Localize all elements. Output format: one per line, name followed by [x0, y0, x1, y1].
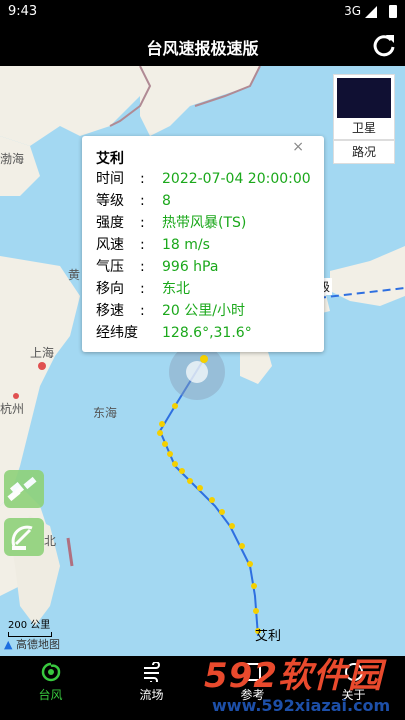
page-title: 台风速报极速版: [146, 39, 259, 58]
info-colon: :: [140, 237, 145, 253]
info-label: 等级: [96, 193, 124, 209]
satellite-thumbnail: [337, 78, 391, 118]
info-colon: :: [140, 281, 145, 297]
status-bar: 9:43 3G: [0, 0, 405, 24]
info-value: 东北: [162, 281, 190, 297]
info-colon: :: [140, 171, 145, 187]
info-value: 18 m/s: [162, 237, 210, 253]
info-row: 气压: 996 hPa: [96, 256, 218, 278]
clock: 9:43: [8, 4, 38, 19]
map-provider-logo: ▲ 高德地图: [4, 638, 60, 651]
info-value: 2022-07-04 20:00:00: [162, 171, 311, 187]
tab-label: 流场: [139, 688, 164, 702]
satellite-icon: [7, 476, 37, 502]
tab-flowfield[interactable]: 流场: [101, 656, 202, 720]
info-row: 时间: 2022-07-04 20:00:00: [96, 168, 311, 190]
map-label-shanghai: 上海: [30, 346, 55, 360]
info-label: 强度: [96, 215, 124, 231]
info-row: 经纬度 128.6°,31.6°: [96, 322, 252, 344]
radar-icon: [11, 525, 33, 550]
map-label-donghai: 东海: [93, 406, 118, 420]
map-scale: 200 公里: [8, 616, 52, 637]
info-row: 等级: 8: [96, 190, 171, 212]
info-colon: :: [140, 215, 145, 231]
info-label: 气压: [96, 259, 124, 275]
watermark-brand: 592软件园: [204, 656, 383, 696]
map-label-huang: 黄: [68, 268, 81, 282]
network-type: 3G: [344, 4, 361, 18]
info-row: 移向: 东北: [96, 278, 190, 300]
typhoon-track-label: 艾利: [255, 629, 282, 644]
scale-text: 200 公里: [8, 620, 51, 631]
close-icon[interactable]: ×: [292, 139, 304, 155]
typhoon-icon: [41, 662, 61, 682]
typhoon-info-popup: × 艾利 时间: 2022-07-04 20:00:00 等级: 8 强度: 热带风暴…: [82, 136, 324, 352]
info-value: 128.6°,31.6°: [162, 325, 252, 341]
radar-button[interactable]: [4, 518, 44, 556]
info-colon: :: [140, 303, 145, 319]
map-label-bohai: 渤海: [0, 152, 25, 166]
info-label: 风速: [96, 237, 124, 253]
map-label-taibei: 北: [44, 534, 57, 548]
info-value: 8: [162, 193, 171, 209]
info-row: 移速: 20 公里/小时: [96, 300, 245, 322]
traffic-layer-button[interactable]: 路况: [333, 140, 395, 164]
satellite-layer-button[interactable]: 卫星: [333, 74, 395, 140]
tab-label: 台风: [38, 688, 63, 702]
signal-icon: [365, 6, 377, 18]
info-row: 强度: 热带风暴(TS): [96, 212, 246, 234]
map-label-hangzhou: 杭州: [0, 402, 25, 416]
satellite-cloud-button[interactable]: [4, 470, 44, 508]
info-value: 热带风暴(TS): [162, 215, 247, 231]
info-label: 移速: [96, 303, 124, 319]
watermark: 592软件园 www.592xiazai.com: [200, 648, 405, 720]
wind-icon: [144, 662, 160, 682]
refresh-icon[interactable]: [371, 32, 397, 58]
tab-typhoon[interactable]: 台风: [0, 656, 101, 720]
watermark-url: www.592xiazai.com: [212, 696, 391, 715]
typhoon-name: 艾利: [96, 151, 124, 167]
info-value: 996 hPa: [162, 259, 219, 275]
info-colon: :: [140, 193, 145, 209]
provider-text: 高德地图: [15, 638, 60, 651]
info-value: 20 公里/小时: [162, 303, 245, 319]
satellite-label: 卫星: [351, 121, 376, 135]
info-row: 风速: 18 m/s: [96, 234, 210, 256]
battery-icon: [389, 5, 397, 18]
info-label: 经纬度: [96, 325, 138, 341]
info-colon: :: [140, 259, 145, 275]
info-label: 移向: [96, 281, 124, 297]
info-label: 时间: [96, 171, 124, 187]
app-header: 台风速报极速版: [0, 24, 405, 66]
